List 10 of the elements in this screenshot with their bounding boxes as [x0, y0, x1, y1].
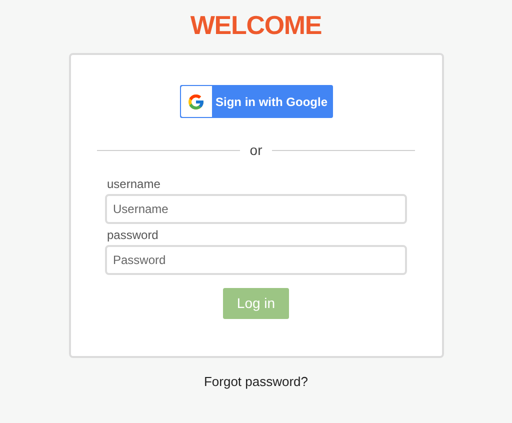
field-label: username: [107, 177, 162, 191]
field-label: password: [107, 228, 160, 242]
divider-label: or: [250, 141, 262, 160]
forgot-password-link[interactable]: Forgot password?: [204, 372, 308, 392]
login-button[interactable]: Log in: [223, 288, 289, 319]
input-field[interactable]: Username: [105, 194, 407, 224]
google-sign-in-button[interactable]: Sign in with Google: [180, 85, 332, 118]
google-logo-icon: [180, 86, 212, 117]
page-title: WELCOME: [190, 10, 322, 40]
input-field[interactable]: Password: [105, 245, 407, 275]
